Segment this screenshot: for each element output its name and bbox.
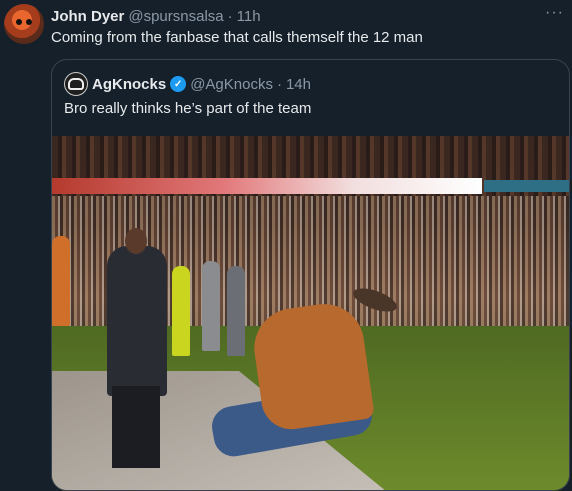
more-horizontal-icon[interactable]: ··· <box>545 4 564 22</box>
coach-legs <box>112 386 160 468</box>
kneeling-man-jacket <box>249 298 375 434</box>
ribbon-board <box>52 178 482 194</box>
separator: · <box>227 7 233 25</box>
ribbon-board-right <box>484 180 569 192</box>
quoted-text: Bro really thinks he’s part of the team <box>64 100 312 117</box>
quoted-time[interactable]: 14h <box>286 76 311 93</box>
author-name[interactable]: John Dyer <box>51 8 124 25</box>
bystander-1 <box>52 236 70 326</box>
avatar-eye-left <box>16 19 22 25</box>
quoted-author-name[interactable]: AgKnocks <box>92 76 166 93</box>
author-handle[interactable]: @spursnsalsa <box>128 8 223 25</box>
tweet-time[interactable]: 11h <box>237 8 261 25</box>
tweet-header: John Dyer @spursnsalsa · 11h <box>51 6 261 26</box>
quoted-tweet[interactable]: AgKnocks ✓ @AgKnocks · 14h Bro really th… <box>51 59 570 491</box>
verified-badge-icon: ✓ <box>170 76 187 92</box>
coach-head <box>125 228 147 254</box>
quoted-avatar[interactable] <box>64 72 88 96</box>
quoted-media-image[interactable] <box>52 136 569 490</box>
quoted-header: AgKnocks ✓ @AgKnocks · 14h <box>64 72 311 96</box>
quoted-author-handle[interactable]: @AgKnocks <box>190 76 273 93</box>
quoted-separator: · <box>276 75 282 93</box>
author-avatar[interactable] <box>4 4 44 44</box>
bystander-4 <box>227 266 245 356</box>
bystander-3 <box>202 261 220 351</box>
coach-figure <box>107 246 167 396</box>
helmet-icon <box>68 78 84 90</box>
avatar-eye-right <box>26 19 32 25</box>
bystander-2 <box>172 266 190 356</box>
tweet-text: Coming from the fanbase that calls thems… <box>51 29 423 46</box>
